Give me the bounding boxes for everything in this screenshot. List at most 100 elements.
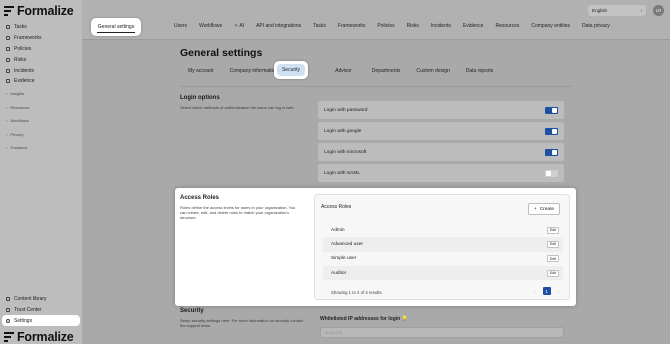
list-item: Admin Edit xyxy=(323,223,563,237)
sidebar-item-policies[interactable]: Policies xyxy=(0,44,82,55)
sidebar-group-label: Resources xyxy=(10,104,30,110)
login-password-toggle[interactable] xyxy=(545,106,558,114)
sidebar-item-settings[interactable]: Settings xyxy=(2,315,80,326)
language-select[interactable]: English › xyxy=(588,5,646,16)
tab-api-integrations[interactable]: API and integrations xyxy=(256,23,301,29)
tab-policies[interactable]: Policies xyxy=(377,23,394,29)
list-item: Advanced user Edit xyxy=(323,237,563,252)
formalize-logo-icon xyxy=(4,6,14,16)
chevron-right-icon[interactable]: › xyxy=(558,289,559,294)
formalize-logo-icon xyxy=(4,332,14,342)
sidebar-item-label: Trust Center xyxy=(14,306,42,313)
login-google-row: Login with google xyxy=(318,122,564,140)
login-google-toggle[interactable] xyxy=(545,127,558,135)
sidebar-item-frameworks[interactable]: Frameworks xyxy=(0,33,82,44)
list-item: Auditor Edit xyxy=(323,265,563,281)
chevron-right-icon: › xyxy=(640,8,642,13)
chevron-right-icon: › xyxy=(6,145,8,151)
incidents-icon xyxy=(6,68,10,73)
tab-ai[interactable]: ✧ AI xyxy=(234,23,244,29)
app-logo[interactable]: Formalize xyxy=(4,4,74,18)
plus-icon: + xyxy=(533,206,537,212)
sidebar-group-insights[interactable]: › Insights xyxy=(0,87,82,101)
edit-role-button[interactable]: Edit xyxy=(547,269,559,277)
tab-workflows[interactable]: Workflows xyxy=(199,23,222,29)
subtab-my-account[interactable]: My account xyxy=(180,66,222,76)
subtab-data-reports[interactable]: Data reports xyxy=(458,66,502,76)
access-roles-card: Access Roles Roles define the access lev… xyxy=(175,188,576,306)
access-roles-title: Access Roles xyxy=(180,195,220,201)
access-roles-panel: Access Roles + Create Admin Edit Advanced … xyxy=(314,194,570,300)
sidebar-item-label: Tasks xyxy=(14,24,27,31)
edit-role-button[interactable]: Edit xyxy=(547,255,559,263)
edit-role-button[interactable]: Edit xyxy=(547,226,559,234)
tab-users[interactable]: Users xyxy=(174,23,187,29)
sidebar-item-evidence[interactable]: Evidence xyxy=(0,76,82,87)
shield-icon xyxy=(6,307,10,312)
tab-risks[interactable]: Risks xyxy=(407,23,419,29)
risks-icon xyxy=(6,57,10,62)
subtab-departments[interactable]: Departments xyxy=(364,66,409,76)
login-options-title: Login options xyxy=(180,95,220,101)
login-saml-toggle[interactable] xyxy=(545,169,558,177)
tab-frameworks[interactable]: Frameworks xyxy=(338,23,366,29)
app-logo-footer: Formalize xyxy=(4,330,74,344)
login-options-description: Select which methods of authentication t… xyxy=(180,105,295,110)
pagination-text: Showing 1 to 4 of 4 results xyxy=(331,290,382,295)
page-title: General settings xyxy=(180,47,263,59)
avatar[interactable]: LR xyxy=(653,5,664,16)
sidebar-item-trust-center[interactable]: Trust Center xyxy=(0,305,82,316)
ip-address-input[interactable]: IP 0.0.0.0 xyxy=(320,327,564,338)
tab-resources[interactable]: Resources xyxy=(495,23,519,29)
login-option-label: Login with microsoft xyxy=(324,149,367,155)
ip-whitelist-title: Whitelisted IP addresses for login 💡 xyxy=(320,316,408,322)
create-role-button[interactable]: + Create xyxy=(528,203,560,215)
tab-evidence[interactable]: Evidence xyxy=(463,23,484,29)
access-roles-panel-title: Access Roles xyxy=(321,204,352,210)
login-option-label: Login with google xyxy=(324,128,362,134)
gear-icon xyxy=(6,318,10,323)
edit-role-button[interactable]: Edit xyxy=(547,240,559,248)
sidebar-item-tasks[interactable]: Tasks xyxy=(0,22,82,33)
login-saml-row: Login with SAML xyxy=(318,164,564,182)
access-roles-description: Roles define the access levels for users… xyxy=(180,205,296,221)
tab-general-settings[interactable]: General settings xyxy=(91,18,141,36)
tab-company-entities[interactable]: Company entities xyxy=(531,23,570,29)
login-option-label: Login with password xyxy=(324,107,368,113)
tab-incidents[interactable]: Incidents xyxy=(431,23,451,29)
login-option-label: Login with SAML xyxy=(324,170,360,176)
frameworks-icon xyxy=(6,36,10,41)
app-name: Formalize xyxy=(17,4,74,18)
divider xyxy=(180,86,572,87)
subtab-custom-design[interactable]: Custom design xyxy=(408,66,457,76)
sidebar-item-content-library[interactable]: Content library xyxy=(0,294,82,305)
sidebar-item-label: Policies xyxy=(14,45,32,52)
subtab-advisor[interactable]: Advisor xyxy=(327,66,360,76)
security-description: Setup security settings here. For more i… xyxy=(180,318,304,329)
sidebar-item-label: Risks xyxy=(14,56,27,63)
sidebar-item-label: Evidence xyxy=(14,78,35,85)
sidebar-group-label: Guidance xyxy=(10,145,28,151)
sidebar-bottom: Content library Trust Center Settings xyxy=(0,294,82,326)
login-password-row: Login with password xyxy=(318,101,564,119)
sidebar-item-incidents[interactable]: Incidents xyxy=(0,65,82,76)
sidebar-group-guidance[interactable]: › Guidance xyxy=(0,141,82,155)
sidebar-group-resources[interactable]: › Resources xyxy=(0,100,82,114)
sidebar-item-label: Settings xyxy=(14,317,33,324)
subtab-security[interactable]: Security xyxy=(274,61,308,79)
roles-list: Admin Edit Advanced user Edit Simple user E… xyxy=(323,223,563,281)
role-name: Simple user xyxy=(331,256,357,262)
tasks-icon xyxy=(6,25,10,30)
page-button[interactable]: 1 xyxy=(542,287,551,295)
create-label: Create xyxy=(539,206,555,212)
sidebar-item-risks[interactable]: Risks xyxy=(0,54,82,65)
sidebar-item-label: Incidents xyxy=(14,67,35,74)
chevron-left-icon[interactable]: ‹ xyxy=(534,289,535,294)
sidebar-group-label: Workflows xyxy=(10,118,29,124)
sidebar-group-privacy[interactable]: › Privacy xyxy=(0,127,82,141)
sidebar-group-workflows[interactable]: › Workflows xyxy=(0,114,82,128)
lightbulb-icon: 💡 xyxy=(401,316,408,322)
login-microsoft-toggle[interactable] xyxy=(545,148,558,156)
tab-data-privacy[interactable]: Data privacy xyxy=(582,23,610,29)
tab-tasks[interactable]: Tasks xyxy=(313,23,326,29)
